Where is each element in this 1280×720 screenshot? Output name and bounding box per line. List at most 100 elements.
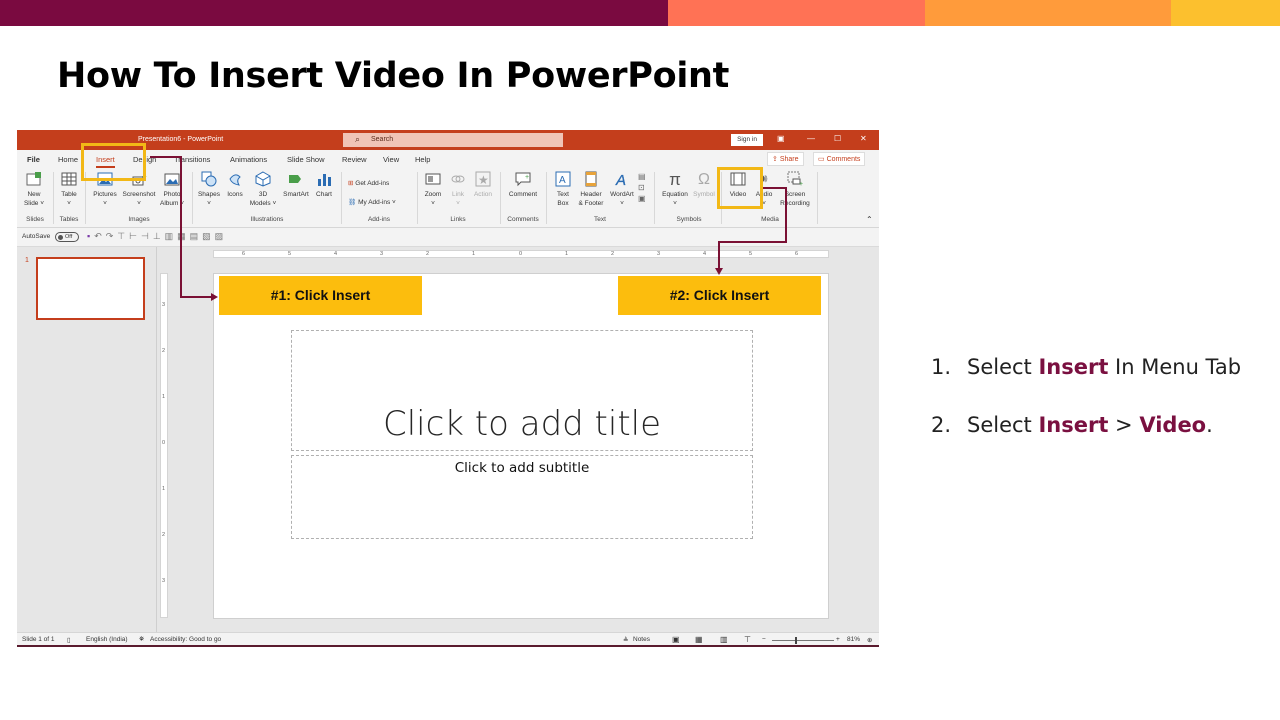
slide-sorter-icon[interactable]: ▦ [695, 635, 703, 644]
wordart-button[interactable]: A WordArt ˅ [607, 170, 637, 208]
zoom-slider-thumb[interactable] [795, 637, 797, 644]
ribbon-display-icon[interactable]: ▣ [777, 134, 785, 143]
slide-canvas[interactable]: Click to add title Click to add subtitle [213, 273, 829, 619]
text-box-label-2: Box [557, 200, 569, 207]
share-button[interactable]: ⇪ Share [767, 152, 804, 166]
my-addins-button[interactable]: ⛓ My Add-ins ˅ [348, 198, 396, 206]
zoom-out-icon[interactable]: − [762, 636, 766, 643]
subtitle-placeholder[interactable]: Click to add subtitle [291, 455, 753, 539]
pi-icon: π [669, 169, 681, 189]
top-accent-bar [0, 0, 1280, 26]
zoom-level[interactable]: 81% [847, 636, 860, 643]
text-small-buttons[interactable]: ▤ ⊡ ▣ [638, 171, 646, 204]
slide-thumbnail[interactable] [36, 257, 145, 320]
title-placeholder[interactable]: Click to add title [291, 330, 753, 451]
accessibility-status[interactable]: Accessibility: Good to go [150, 636, 221, 643]
spell-check-icon[interactable]: ▯ [67, 636, 71, 644]
step-keyword: Insert [1038, 413, 1109, 437]
group-links: Links [450, 216, 466, 223]
tab-animations[interactable]: Animations [230, 155, 267, 164]
redo-icon[interactable]: ↷ [106, 231, 118, 241]
star-icon: ★ [474, 170, 492, 188]
table-button[interactable]: Table ˅ [57, 170, 81, 208]
tab-file[interactable]: File [27, 155, 40, 164]
table-icon [60, 170, 78, 188]
new-slide-button[interactable]: New Slide ˅ [22, 170, 46, 208]
slideshow-icon[interactable]: ⊤ [744, 635, 751, 644]
chart-button[interactable]: Chart [313, 170, 335, 199]
icons-button[interactable]: Icons [224, 170, 246, 199]
share-icon: ⇪ [772, 156, 780, 163]
comments-button[interactable]: ▭ Comments [813, 152, 866, 166]
comment-label: Comment [508, 191, 538, 198]
comments-label: Comments [826, 156, 861, 163]
ruler-tick: 4 [334, 251, 338, 257]
equation-label-2: ˅ [673, 200, 677, 207]
equation-button[interactable]: π Equation ˅ [659, 170, 691, 208]
quick-access-icons[interactable]: ▪↶↷⊤⊢⊣⊥▥▦▤▧▨ [87, 231, 227, 242]
shapes-button[interactable]: Shapes ˅ [197, 170, 221, 208]
zoom-button[interactable]: Zoom ˅ [422, 170, 444, 208]
reading-view-icon[interactable]: ▥ [720, 635, 728, 644]
notes-icon[interactable]: ≜ [623, 636, 628, 644]
screen-recording-label-2: Recording [780, 200, 810, 207]
icons-label: Icons [227, 191, 243, 198]
ruler-tick: 6 [242, 251, 246, 257]
normal-view-icon[interactable]: ▣ [672, 635, 680, 644]
svg-text:+: + [525, 174, 529, 181]
zoom-label-2: ˅ [431, 200, 435, 207]
zoom-in-icon[interactable]: + [836, 636, 840, 643]
ruler-tick: 4 [703, 251, 707, 257]
undo-icon[interactable]: ↶ [94, 231, 106, 241]
notes-button[interactable]: Notes [633, 636, 650, 643]
language[interactable]: English (India) [86, 636, 128, 643]
group-addins: Add-ins [367, 216, 391, 223]
accessibility-icon[interactable]: ⛯ [139, 636, 144, 644]
zoom-slider[interactable] [772, 640, 834, 641]
group-illustrations: Illustrations [250, 216, 284, 223]
step-text: . [1206, 413, 1213, 437]
tab-view[interactable]: View [383, 155, 399, 164]
group-text: Text [594, 216, 606, 223]
screen-recording-button[interactable]: + Screen Recording [778, 170, 812, 208]
autosave-toggle[interactable]: Off [55, 232, 79, 242]
get-addins-button[interactable]: ⊞ Get Add-ins [348, 179, 389, 187]
smartart-button[interactable]: SmartArt [281, 170, 311, 199]
link-button[interactable]: Link ˅ [447, 170, 469, 208]
maximize-icon[interactable]: ☐ [834, 134, 841, 143]
header-footer-button[interactable]: Header & Footer [576, 170, 606, 208]
tab-home[interactable]: Home [58, 155, 78, 164]
ruler-tick: 1 [162, 394, 166, 400]
photo-album-button[interactable]: Photo Album ˅ [158, 170, 186, 208]
photo-album-icon [163, 170, 181, 188]
text-box-button[interactable]: A Text Box [551, 170, 575, 208]
tab-review[interactable]: Review [342, 155, 367, 164]
group-tables: Tables [59, 216, 79, 223]
accent-segment-4 [1171, 0, 1280, 26]
action-button[interactable]: ★ Action [471, 170, 495, 199]
close-icon[interactable]: ✕ [860, 134, 867, 143]
sign-in-button[interactable]: Sign in [731, 134, 763, 146]
minimize-icon[interactable]: — [807, 134, 815, 143]
collapse-ribbon-icon[interactable]: ⌃ [866, 215, 873, 224]
step-number: 2. [931, 413, 952, 437]
connector-line-1-horizontal [180, 296, 212, 298]
format-icon[interactable]: ⊤⊢⊣⊥▥▦▤▧▨ [117, 231, 227, 241]
tab-help[interactable]: Help [415, 155, 430, 164]
pictures-label-2: ˅ [103, 200, 107, 207]
ruler-tick: 2 [426, 251, 430, 257]
ruler-tick: 6 [795, 251, 799, 257]
symbol-button[interactable]: Ω Symbol [691, 170, 717, 199]
fit-slide-icon[interactable]: ⊕ [867, 636, 872, 644]
thumbnail-number: 1 [25, 257, 29, 264]
tab-slide-show[interactable]: Slide Show [287, 155, 325, 164]
accent-segment-2 [668, 0, 925, 26]
comment-button[interactable]: + Comment [505, 170, 541, 199]
group-images: Images [128, 216, 150, 223]
wordart-label-2: ˅ [620, 200, 624, 207]
header-footer-label-2: & Footer [578, 200, 604, 207]
header-footer-icon [582, 170, 600, 188]
search-box[interactable]: ⌕ Search [343, 133, 563, 147]
3d-models-button[interactable]: 3D Models ˅ [249, 170, 277, 208]
ruler-tick: 0 [162, 440, 166, 446]
